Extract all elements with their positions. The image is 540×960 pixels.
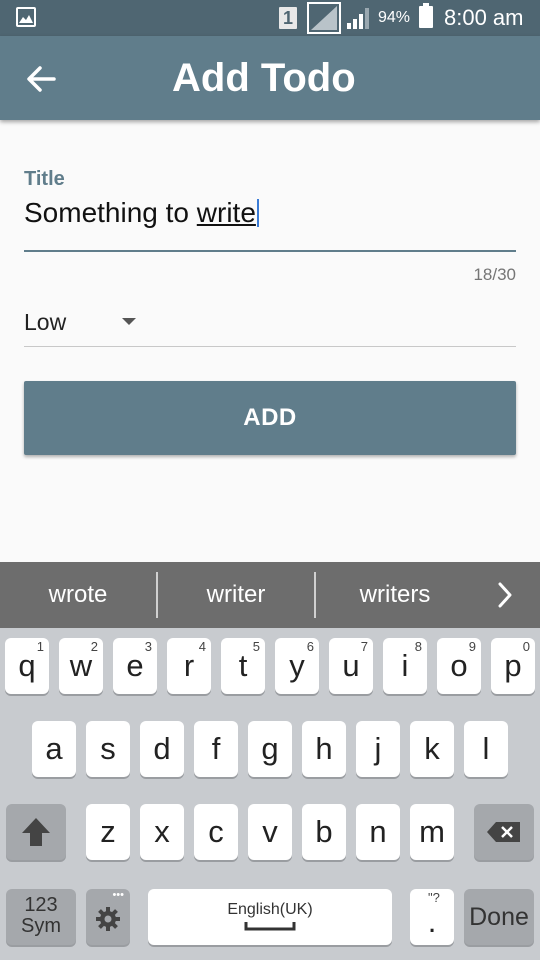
title-char-counter: 18/30 [473, 265, 516, 284]
sim-slot-icon: 1 [279, 7, 297, 29]
key-w-number-hint: 2 [90, 639, 98, 654]
key-h-label: h [315, 731, 333, 766]
key-j[interactable]: j [356, 721, 400, 777]
key-f-label: f [211, 731, 221, 766]
app-bar: Add Todo [0, 36, 540, 120]
key-k[interactable]: k [410, 721, 454, 777]
key-z[interactable]: z [86, 804, 130, 860]
key-c-label: c [208, 814, 224, 849]
key-n[interactable]: n [356, 804, 400, 860]
key-w[interactable]: 2w [59, 638, 103, 694]
key-x-label: x [154, 814, 170, 849]
key-t[interactable]: 5t [221, 638, 265, 694]
key-u-number-hint: 7 [360, 639, 368, 654]
battery-icon [419, 3, 433, 28]
key-d[interactable]: d [140, 721, 184, 777]
key-m-label: m [419, 814, 445, 849]
done-key[interactable]: Done [464, 889, 534, 945]
key-h[interactable]: h [302, 721, 346, 777]
key-u[interactable]: 7u [329, 638, 373, 694]
key-x[interactable]: x [140, 804, 184, 860]
suggestion-3[interactable]: writers [316, 562, 474, 628]
space-key[interactable]: English(UK) [148, 889, 392, 945]
priority-select-value: Low [24, 309, 67, 335]
key-q-number-hint: 1 [36, 639, 44, 654]
suggestion-2[interactable]: writer [158, 562, 314, 628]
key-v-label: v [262, 814, 278, 849]
title-field-text: Something to [24, 197, 197, 228]
key-y[interactable]: 6y [275, 638, 319, 694]
dropdown-arrow-icon [122, 318, 136, 325]
key-i[interactable]: 8i [383, 638, 427, 694]
key-q[interactable]: 1q [5, 638, 49, 694]
battery-percent: 94% [378, 9, 411, 26]
key-r[interactable]: 4r [167, 638, 211, 694]
key-l-label: l [482, 731, 490, 766]
chevron-right-icon[interactable] [495, 580, 515, 610]
gallery-notification-icon [16, 7, 36, 27]
space-bar-icon [244, 922, 296, 931]
key-e-number-hint: 3 [144, 639, 152, 654]
page-title: Add Todo [172, 56, 356, 100]
backspace-key[interactable] [474, 804, 534, 860]
key-g-label: g [261, 731, 279, 766]
key-r-number-hint: 4 [198, 639, 206, 654]
gear-icon [96, 907, 120, 931]
keyboard-suggestion-strip: wrote writer writers [0, 562, 540, 628]
key-z-label: z [100, 814, 116, 849]
shift-key[interactable] [6, 804, 66, 860]
clock: 8:00 am [444, 5, 524, 30]
key-a[interactable]: a [32, 721, 76, 777]
key-k-label: k [424, 731, 440, 766]
key-o-number-hint: 9 [468, 639, 476, 654]
key-i-number-hint: 8 [414, 639, 422, 654]
key-v[interactable]: v [248, 804, 292, 860]
add-button[interactable]: ADD [24, 381, 516, 455]
period-key-alt: "? [428, 890, 440, 905]
key-p[interactable]: 0p [491, 638, 535, 694]
key-a-label: a [45, 731, 63, 766]
key-l[interactable]: l [464, 721, 508, 777]
key-b[interactable]: b [302, 804, 346, 860]
symbols-key-label-bottom: Sym [21, 915, 61, 937]
shift-arrow-icon [22, 818, 50, 846]
settings-key[interactable]: ••• [86, 889, 130, 945]
space-key-label: English(UK) [227, 901, 313, 918]
soft-keyboard: 1q2w3e4r5t6y7u8i9o0p a s d f g h j k l z x c v b nm 1… [0, 628, 540, 960]
backspace-icon [487, 822, 520, 842]
text-cursor [256, 199, 259, 227]
symbols-key[interactable]: 123 Sym [6, 889, 76, 945]
key-c[interactable]: c [194, 804, 238, 860]
key-m[interactable]: m [410, 804, 454, 860]
key-s-label: s [100, 731, 116, 766]
status-bar: 1 94% 8:00 am [0, 0, 540, 36]
key-y-number-hint: 6 [306, 639, 314, 654]
symbols-key-label-top: 123 [24, 894, 58, 916]
title-field-label: Title [24, 168, 65, 190]
suggestion-1[interactable]: wrote [0, 562, 156, 628]
key-o[interactable]: 9o [437, 638, 481, 694]
title-field-composing-text: write [196, 197, 256, 228]
arrow-left-icon[interactable] [24, 62, 58, 96]
title-field-underline [24, 250, 516, 252]
key-s[interactable]: s [86, 721, 130, 777]
settings-key-dots: ••• [112, 889, 124, 901]
key-n-label: n [369, 814, 387, 849]
key-p-number-hint: 0 [522, 639, 530, 654]
key-e[interactable]: 3e [113, 638, 157, 694]
key-f[interactable]: f [194, 721, 238, 777]
key-j-label: j [374, 731, 382, 766]
key-g[interactable]: g [248, 721, 292, 777]
title-field-input[interactable]: Something to write [24, 197, 259, 229]
no-signal-icon [307, 2, 341, 34]
key-d-label: d [153, 731, 171, 766]
key-b-label: b [315, 814, 333, 849]
period-key[interactable]: "? . [410, 889, 454, 945]
priority-select[interactable]: Low [24, 300, 516, 347]
done-key-label: Done [469, 903, 529, 931]
signal-strength-icon [347, 8, 369, 29]
key-t-number-hint: 5 [252, 639, 260, 654]
